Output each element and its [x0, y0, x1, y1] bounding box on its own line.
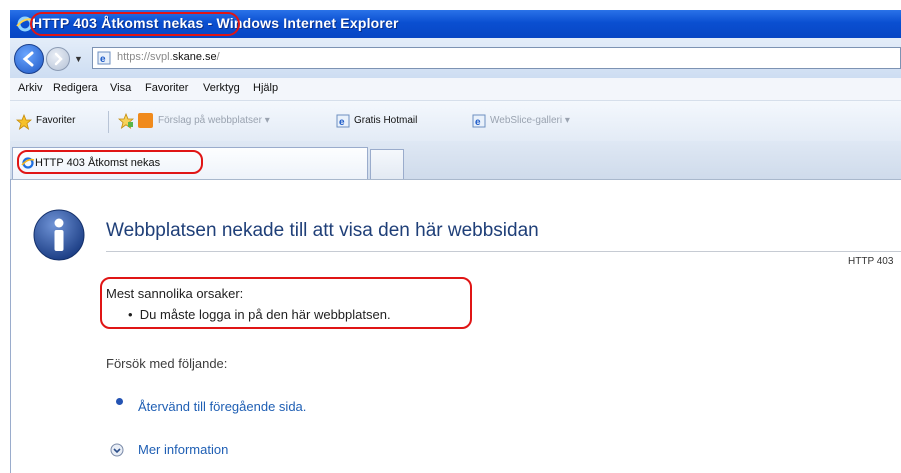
forward-button[interactable] — [46, 47, 70, 71]
new-tab-button[interactable] — [370, 149, 404, 179]
menu-arkiv[interactable]: Arkiv — [18, 82, 42, 94]
tab-bar: HTTP 403 Åtkomst nekas — [10, 141, 901, 180]
add-to-favorites-icon[interactable] — [118, 113, 134, 129]
history-dropdown-icon[interactable]: ▼ — [74, 54, 83, 64]
tab-http-403[interactable]: HTTP 403 Åtkomst nekas — [12, 147, 368, 179]
favorites-bar: Favoriter Förslag på webbplatser ▾ e Gra… — [10, 101, 901, 141]
suggested-sites-link[interactable]: Förslag på webbplatser ▾ — [158, 115, 270, 126]
suggested-sites-icon — [138, 113, 153, 128]
page-heading: Webbplatsen nekade till att visa den här… — [106, 220, 539, 241]
page-ie-icon: e — [97, 51, 111, 65]
svg-text:e: e — [475, 117, 481, 128]
causes-highlight-annotation — [100, 277, 472, 329]
info-icon — [33, 209, 85, 261]
menu-hjalp[interactable]: Hjälp — [253, 82, 278, 94]
favorites-button[interactable]: Favoriter — [36, 115, 75, 126]
menu-favoriter[interactable]: Favoriter — [145, 82, 188, 94]
back-button[interactable] — [14, 44, 44, 74]
back-arrow-icon — [22, 51, 34, 67]
title-highlight-annotation — [30, 12, 240, 36]
hotmail-ie-icon: e — [336, 114, 350, 128]
http-status-code: HTTP 403 — [848, 256, 894, 267]
svg-text:e: e — [100, 54, 106, 65]
favorites-star-icon[interactable] — [16, 114, 32, 130]
back-link-bullet — [116, 398, 123, 405]
menu-visa[interactable]: Visa — [110, 82, 131, 94]
expand-down-icon[interactable] — [110, 443, 124, 457]
url-text[interactable]: https://svpl.skane.se/ — [117, 51, 220, 63]
hotmail-link[interactable]: Gratis Hotmail — [354, 115, 417, 126]
webslice-gallery-link[interactable]: WebSlice-galleri ▾ — [490, 115, 570, 126]
navigation-bar: ▼ e https://svpl.skane.se/ — [10, 38, 901, 78]
menu-bar: Arkiv Redigera Visa Favoriter Verktyg Hj… — [10, 78, 901, 101]
webslice-ie-icon: e — [472, 114, 486, 128]
back-to-previous-link[interactable]: Återvänd till föregående sida. — [138, 399, 306, 414]
more-information-link[interactable]: Mer information — [138, 442, 228, 457]
try-title: Försök med följande: — [106, 356, 228, 371]
forward-arrow-icon — [54, 52, 63, 66]
menu-redigera[interactable]: Redigera — [53, 82, 98, 94]
title-bar: HTTP 403 Åtkomst nekas - Windows Interne… — [10, 10, 901, 38]
url-suffix: / — [216, 51, 220, 63]
svg-text:e: e — [339, 117, 345, 128]
menu-verktyg[interactable]: Verktyg — [203, 82, 240, 94]
heading-divider — [106, 251, 901, 252]
url-prefix: https://svpl. — [117, 51, 173, 63]
content-left-border — [10, 179, 11, 473]
address-bar[interactable]: e https://svpl.skane.se/ — [92, 47, 901, 69]
favorites-separator — [108, 111, 109, 133]
url-domain: skane.se — [172, 51, 217, 63]
tab-highlight-annotation — [17, 150, 203, 174]
